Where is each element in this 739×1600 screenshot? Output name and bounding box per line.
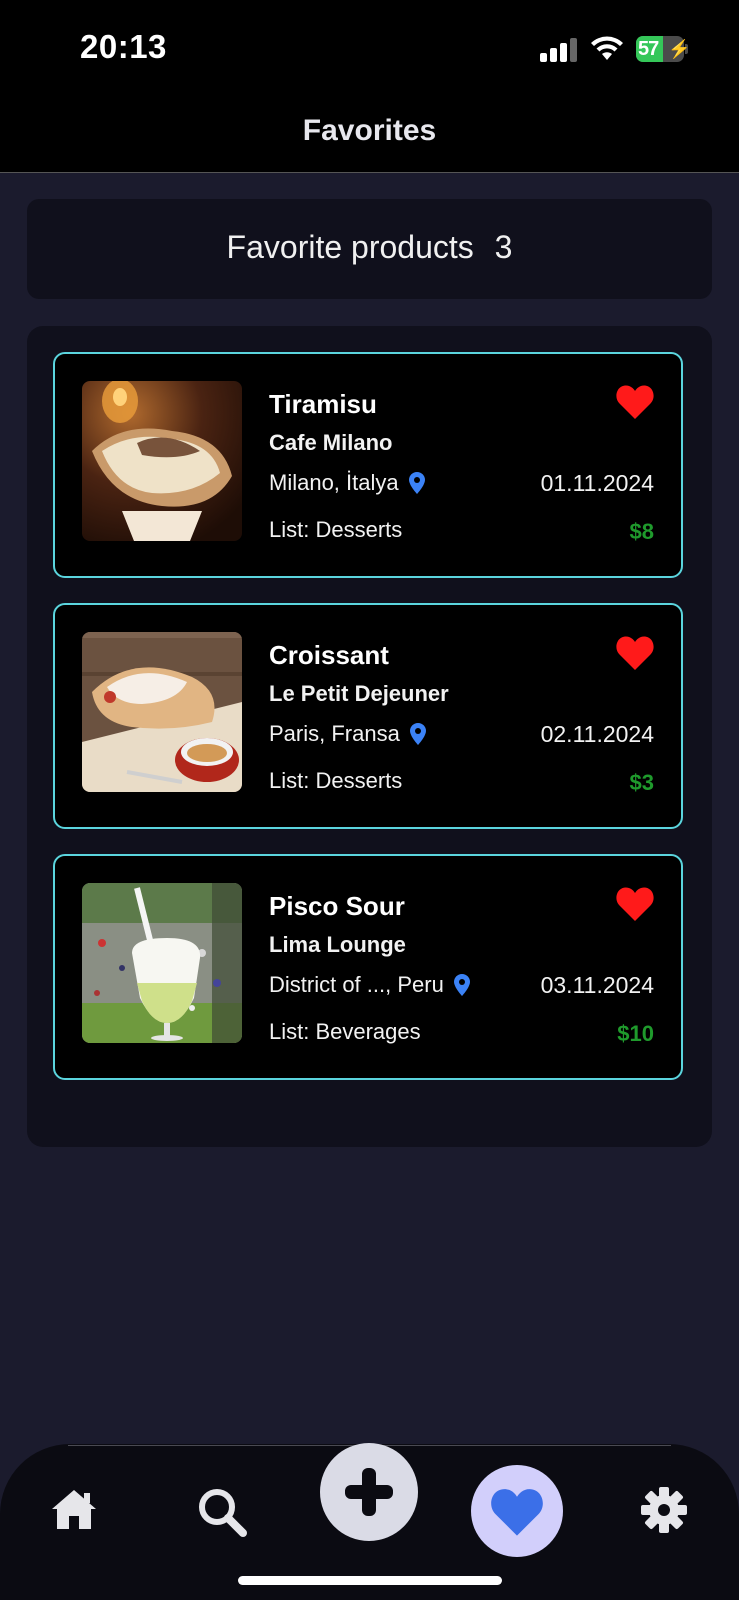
product-date: 01.11.2024 bbox=[540, 470, 654, 496]
product-name: Tiramisu bbox=[269, 389, 377, 419]
search-icon[interactable] bbox=[196, 1486, 248, 1538]
page-title: Favorites bbox=[302, 114, 437, 147]
product-price: $10 bbox=[617, 1021, 654, 1046]
product-location-text: Paris, Fransa bbox=[269, 721, 400, 746]
plus-icon bbox=[345, 1468, 393, 1516]
product-venue: Le Petit Dejeuner bbox=[269, 681, 449, 706]
favorite-heart-icon[interactable] bbox=[615, 384, 655, 420]
favorites-count-text: Favorite products 3 bbox=[27, 229, 712, 266]
favorite-heart-icon[interactable] bbox=[615, 635, 655, 671]
navigation-header: Favorites bbox=[0, 100, 739, 173]
favorites-tab-button[interactable] bbox=[471, 1465, 563, 1557]
product-name: Pisco Sour bbox=[269, 891, 405, 921]
product-list-name: List: Beverages bbox=[269, 1019, 421, 1044]
add-product-button[interactable] bbox=[320, 1443, 418, 1541]
product-location: Paris, Fransa bbox=[269, 721, 426, 747]
status-time: 20:13 bbox=[80, 28, 167, 65]
product-list-name: List: Desserts bbox=[269, 517, 403, 542]
product-location-text: District of ..., Peru bbox=[269, 972, 444, 997]
product-card-croissant[interactable]: Croissant Le Petit Dejeuner Paris, Frans… bbox=[53, 603, 683, 829]
location-pin-icon bbox=[409, 723, 426, 745]
product-card-pisco-sour[interactable]: Pisco Sour Lima Lounge District of ..., … bbox=[53, 854, 683, 1080]
favorites-count-card: Favorite products 3 bbox=[27, 199, 712, 299]
favorites-count-label: Favorite products bbox=[226, 229, 474, 265]
product-location: District of ..., Peru bbox=[269, 972, 470, 998]
product-name: Croissant bbox=[269, 640, 389, 670]
product-image-tiramisu bbox=[82, 381, 242, 541]
product-image-pisco-sour bbox=[82, 883, 242, 1043]
product-venue: Cafe Milano bbox=[269, 430, 393, 455]
cellular-signal-icon bbox=[540, 36, 578, 62]
favorites-count-value: 3 bbox=[494, 229, 513, 265]
product-price: $8 bbox=[629, 519, 654, 544]
battery-percent: 57 bbox=[638, 38, 659, 60]
product-card-tiramisu[interactable]: Tiramisu Cafe Milano Milano, İtalya 01.1… bbox=[53, 352, 683, 578]
status-bar: 20:13 57 ⚡ bbox=[0, 0, 739, 100]
favorites-list: Tiramisu Cafe Milano Milano, İtalya 01.1… bbox=[27, 326, 712, 1147]
product-venue: Lima Lounge bbox=[269, 932, 406, 957]
home-icon[interactable] bbox=[50, 1488, 98, 1530]
gear-icon[interactable] bbox=[640, 1486, 688, 1534]
product-location: Milano, İtalya bbox=[269, 470, 425, 496]
heart-icon bbox=[491, 1489, 543, 1536]
product-price: $3 bbox=[629, 770, 654, 795]
favorite-heart-icon[interactable] bbox=[615, 886, 655, 922]
product-date: 02.11.2024 bbox=[540, 721, 654, 747]
home-indicator bbox=[238, 1576, 502, 1585]
product-date: 03.11.2024 bbox=[540, 972, 654, 998]
product-image-croissant bbox=[82, 632, 242, 792]
product-list-name: List: Desserts bbox=[269, 768, 403, 793]
location-pin-icon bbox=[453, 974, 470, 996]
battery-icon: 57 ⚡ bbox=[636, 36, 691, 62]
charging-bolt-icon: ⚡ bbox=[668, 39, 691, 59]
wifi-icon bbox=[591, 36, 623, 60]
location-pin-icon bbox=[408, 472, 425, 494]
product-location-text: Milano, İtalya bbox=[269, 470, 399, 495]
